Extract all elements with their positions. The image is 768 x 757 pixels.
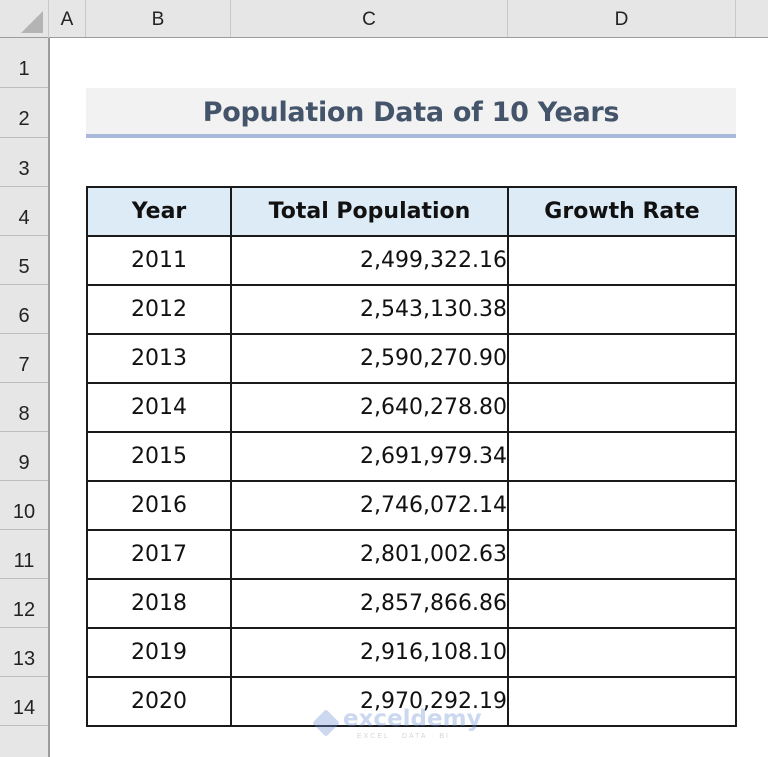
table-row: 2013 2,590,270.90 — [86, 333, 737, 384]
cell-year[interactable]: 2011 — [86, 235, 232, 286]
column-header-d[interactable]: D — [508, 0, 736, 37]
cell-growth-rate[interactable] — [507, 676, 737, 727]
watermark-tagline: EXCEL · DATA · BI — [357, 733, 450, 740]
table-row: 2020 2,970,292.19 — [86, 676, 737, 727]
table-row: 2015 2,691,979.34 — [86, 431, 737, 482]
table-row: 2012 2,543,130.38 — [86, 284, 737, 335]
row-header-12[interactable]: 12 — [0, 579, 48, 628]
sheet-title[interactable]: Population Data of 10 Years — [86, 88, 736, 138]
cell-total-population[interactable]: 2,746,072.14 — [230, 480, 509, 531]
select-all-triangle-icon — [21, 11, 43, 33]
cell-year[interactable]: 2018 — [86, 578, 232, 629]
row-header-7[interactable]: 7 — [0, 334, 48, 383]
cell-year[interactable]: 2014 — [86, 382, 232, 433]
cell-total-population[interactable]: 2,499,322.16 — [230, 235, 509, 286]
cell-total-population[interactable]: 2,801,002.63 — [230, 529, 509, 580]
row-header-14[interactable]: 14 — [0, 677, 48, 726]
header-total-population[interactable]: Total Population — [230, 186, 509, 237]
table-row: 2017 2,801,002.63 — [86, 529, 737, 580]
row-header-5[interactable]: 5 — [0, 236, 48, 285]
header-growth-rate[interactable]: Growth Rate — [507, 186, 737, 237]
column-header-bar: A B C D — [0, 0, 768, 38]
row-header-11[interactable]: 11 — [0, 530, 48, 579]
cell-year[interactable]: 2017 — [86, 529, 232, 580]
row-header-9[interactable]: 9 — [0, 432, 48, 481]
row-header-10[interactable]: 10 — [0, 481, 48, 530]
cell-year[interactable]: 2015 — [86, 431, 232, 482]
cell-growth-rate[interactable] — [507, 578, 737, 629]
cell-growth-rate[interactable] — [507, 284, 737, 335]
cell-total-population[interactable]: 2,691,979.34 — [230, 431, 509, 482]
row-header-bar: 1 2 3 4 5 6 7 8 9 10 11 12 13 14 — [0, 38, 50, 757]
row-header-3[interactable]: 3 — [0, 138, 48, 187]
cell-growth-rate[interactable] — [507, 235, 737, 286]
header-year[interactable]: Year — [86, 186, 232, 237]
table-row: 2011 2,499,322.16 — [86, 235, 737, 286]
table-row: 2018 2,857,866.86 — [86, 578, 737, 629]
cell-year[interactable]: 2013 — [86, 333, 232, 384]
row-header-13[interactable]: 13 — [0, 628, 48, 677]
column-header-a[interactable]: A — [49, 0, 86, 37]
cell-total-population[interactable]: 2,590,270.90 — [230, 333, 509, 384]
table-row: 2019 2,916,108.10 — [86, 627, 737, 678]
table-body: 2011 2,499,322.16 2012 2,543,130.38 2013 2,59… — [86, 235, 737, 727]
cell-total-population[interactable]: 2,916,108.10 — [230, 627, 509, 678]
table-header-row: Year Total Population Growth Rate — [86, 186, 737, 237]
cell-year[interactable]: 2016 — [86, 480, 232, 531]
cell-growth-rate[interactable] — [507, 480, 737, 531]
cell-year[interactable]: 2012 — [86, 284, 232, 335]
cell-total-population[interactable]: 2,857,866.86 — [230, 578, 509, 629]
column-header-c[interactable]: C — [231, 0, 508, 37]
table-row: 2014 2,640,278.80 — [86, 382, 737, 433]
cell-year[interactable]: 2019 — [86, 627, 232, 678]
cell-total-population[interactable]: 2,543,130.38 — [230, 284, 509, 335]
population-table: Year Total Population Growth Rate 2011 2,… — [86, 186, 737, 727]
cell-growth-rate[interactable] — [507, 382, 737, 433]
cell-growth-rate[interactable] — [507, 529, 737, 580]
column-header-b[interactable]: B — [86, 0, 231, 37]
cell-growth-rate[interactable] — [507, 627, 737, 678]
cell-total-population[interactable]: 2,640,278.80 — [230, 382, 509, 433]
cell-total-population[interactable]: 2,970,292.19 — [230, 676, 509, 727]
table-row: 2016 2,746,072.14 — [86, 480, 737, 531]
cell-growth-rate[interactable] — [507, 431, 737, 482]
select-all-button[interactable] — [0, 0, 49, 38]
row-header-8[interactable]: 8 — [0, 383, 48, 432]
cell-year[interactable]: 2020 — [86, 676, 232, 727]
row-header-4[interactable]: 4 — [0, 187, 48, 236]
row-header-1[interactable]: 1 — [0, 38, 48, 88]
cell-growth-rate[interactable] — [507, 333, 737, 384]
row-header-2[interactable]: 2 — [0, 88, 48, 138]
row-header-6[interactable]: 6 — [0, 285, 48, 334]
